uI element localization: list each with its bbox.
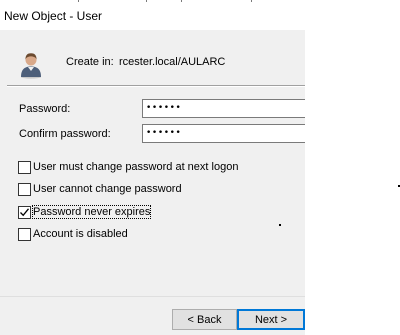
header-separator	[7, 85, 305, 87]
back-button[interactable]: < Back	[172, 309, 237, 330]
checkbox-box[interactable]	[18, 183, 31, 196]
checkmark-icon	[20, 208, 30, 217]
new-object-user-dialog: New Object - User Create in: rcester.loc…	[0, 0, 305, 335]
footer-separator	[0, 296, 305, 297]
title-bar-edge	[0, 0, 305, 2]
stray-pixel	[279, 224, 281, 226]
title-bar[interactable]: New Object - User	[0, 0, 305, 30]
password-label: Password:	[19, 103, 71, 115]
checkbox-box[interactable]	[18, 228, 31, 241]
password-input[interactable]: ••••••	[142, 99, 305, 118]
checkbox-label: Account is disabled	[33, 228, 128, 240]
checkbox-box[interactable]	[18, 161, 31, 174]
checkbox-box[interactable]	[18, 206, 31, 219]
confirm-password-label: Confirm password:	[19, 128, 111, 140]
window-title: New Object - User	[4, 9, 103, 23]
checkbox-label: User must change password at next logon	[33, 161, 239, 173]
user-icon	[21, 53, 41, 79]
checkbox-label: User cannot change password	[33, 183, 182, 195]
confirm-password-input[interactable]: ••••••	[142, 124, 305, 143]
create-in-label: Create in:	[66, 56, 114, 68]
create-in-path: rcester.local/AULARC	[119, 56, 226, 68]
checkbox-label: Password never expires	[31, 205, 152, 219]
next-button[interactable]: Next >	[237, 309, 305, 330]
